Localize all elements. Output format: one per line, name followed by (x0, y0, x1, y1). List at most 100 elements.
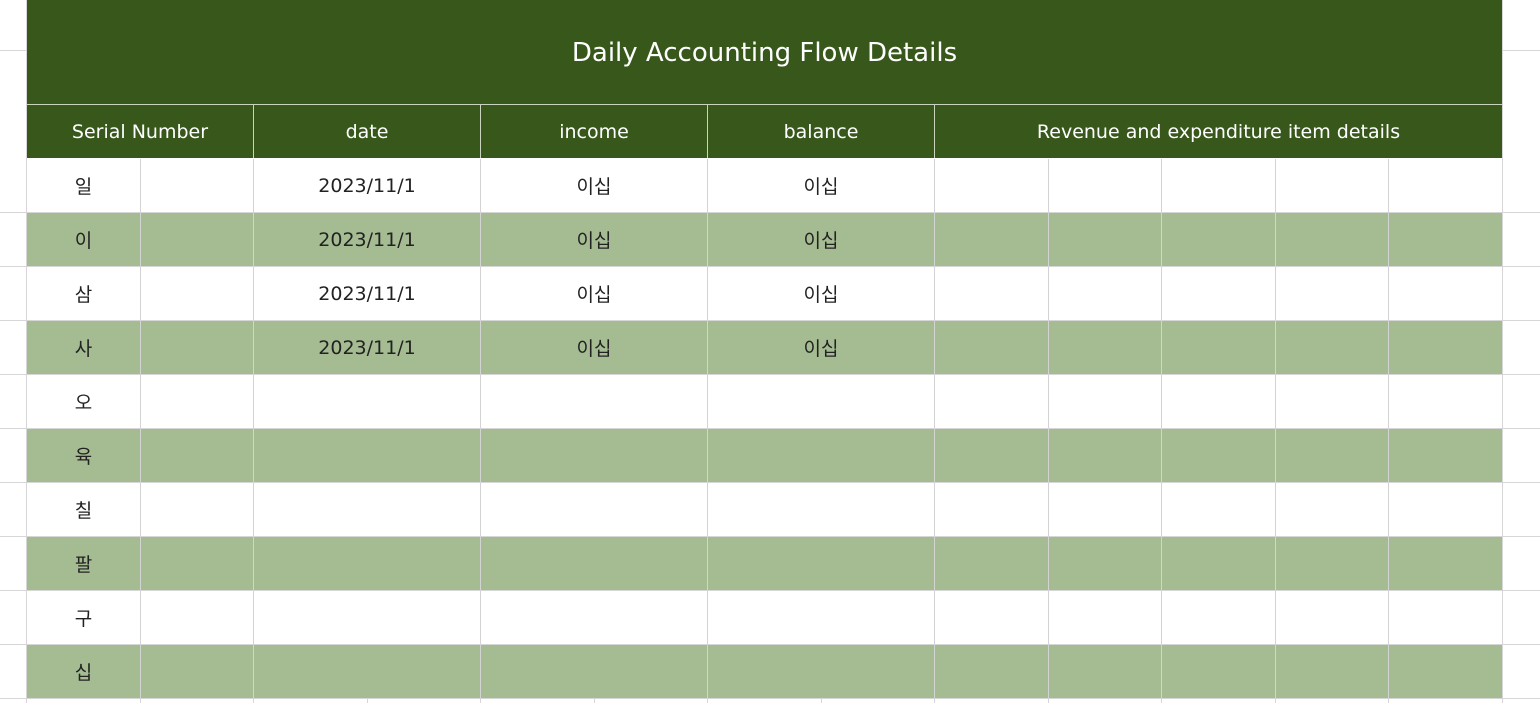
serial-number-cell[interactable]: 칠 (27, 483, 140, 536)
empty-cell[interactable] (1162, 159, 1275, 212)
empty-cell[interactable] (140, 591, 253, 644)
empty-cell[interactable] (1275, 645, 1388, 698)
serial-number-cell[interactable]: 오 (27, 375, 140, 428)
empty-cell[interactable] (1162, 375, 1275, 428)
header-serial-number[interactable]: Serial Number (27, 105, 253, 158)
empty-cell[interactable] (1275, 429, 1388, 482)
empty-cell[interactable] (1162, 321, 1275, 374)
empty-cell[interactable] (140, 321, 253, 374)
empty-cell[interactable] (1048, 213, 1161, 266)
header-balance[interactable]: balance (708, 105, 934, 158)
balance-cell[interactable]: 이십 (708, 213, 934, 266)
empty-cell[interactable] (1389, 321, 1502, 374)
date-cell[interactable] (254, 591, 480, 644)
empty-cell[interactable] (1275, 267, 1388, 320)
empty-cell[interactable] (1162, 645, 1275, 698)
empty-cell[interactable] (140, 537, 253, 590)
empty-cell[interactable] (935, 267, 1048, 320)
empty-cell[interactable] (1275, 375, 1388, 428)
empty-cell[interactable] (140, 159, 253, 212)
empty-cell[interactable] (1389, 483, 1502, 536)
empty-cell[interactable] (935, 159, 1048, 212)
empty-cell[interactable] (1048, 429, 1161, 482)
empty-cell[interactable] (1162, 267, 1275, 320)
empty-cell[interactable] (1389, 159, 1502, 212)
empty-cell[interactable] (935, 591, 1048, 644)
empty-cell[interactable] (1275, 159, 1388, 212)
empty-cell[interactable] (1389, 537, 1502, 590)
empty-cell[interactable] (935, 645, 1048, 698)
serial-number-cell[interactable]: 구 (27, 591, 140, 644)
empty-cell[interactable] (1162, 537, 1275, 590)
empty-cell[interactable] (1048, 375, 1161, 428)
serial-number-cell[interactable]: 십 (27, 645, 140, 698)
empty-cell[interactable] (1048, 267, 1161, 320)
date-cell[interactable] (254, 537, 480, 590)
empty-cell[interactable] (140, 645, 253, 698)
empty-cell[interactable] (1048, 321, 1161, 374)
empty-cell[interactable] (1162, 213, 1275, 266)
income-cell[interactable]: 이십 (481, 213, 707, 266)
empty-cell[interactable] (1389, 645, 1502, 698)
empty-cell[interactable] (1048, 645, 1161, 698)
income-cell[interactable] (481, 645, 707, 698)
balance-cell[interactable] (708, 645, 934, 698)
empty-cell[interactable] (1162, 591, 1275, 644)
empty-cell[interactable] (935, 429, 1048, 482)
empty-cell[interactable] (1048, 159, 1161, 212)
date-cell[interactable]: 2023/11/1 (254, 159, 480, 212)
date-cell[interactable] (254, 483, 480, 536)
income-cell[interactable] (481, 375, 707, 428)
serial-number-cell[interactable]: 육 (27, 429, 140, 482)
balance-cell[interactable] (708, 375, 934, 428)
income-cell[interactable]: 이십 (481, 159, 707, 212)
empty-cell[interactable] (935, 321, 1048, 374)
balance-cell[interactable] (708, 483, 934, 536)
empty-cell[interactable] (1048, 483, 1161, 536)
header-item-details[interactable]: Revenue and expenditure item details (935, 105, 1502, 158)
sheet-title[interactable]: Daily Accounting Flow Details (27, 0, 1502, 104)
empty-cell[interactable] (1389, 267, 1502, 320)
empty-cell[interactable] (1275, 483, 1388, 536)
empty-cell[interactable] (1389, 375, 1502, 428)
serial-number-cell[interactable]: 이 (27, 213, 140, 266)
serial-number-cell[interactable]: 팔 (27, 537, 140, 590)
empty-cell[interactable] (1275, 321, 1388, 374)
balance-cell[interactable] (708, 429, 934, 482)
income-cell[interactable] (481, 591, 707, 644)
balance-cell[interactable] (708, 591, 934, 644)
empty-cell[interactable] (1275, 213, 1388, 266)
empty-cell[interactable] (1389, 429, 1502, 482)
income-cell[interactable]: 이십 (481, 321, 707, 374)
balance-cell[interactable]: 이십 (708, 267, 934, 320)
empty-cell[interactable] (1162, 483, 1275, 536)
empty-cell[interactable] (935, 213, 1048, 266)
date-cell[interactable] (254, 645, 480, 698)
income-cell[interactable]: 이십 (481, 267, 707, 320)
empty-cell[interactable] (1048, 591, 1161, 644)
empty-cell[interactable] (140, 429, 253, 482)
empty-cell[interactable] (1048, 537, 1161, 590)
income-cell[interactable] (481, 429, 707, 482)
serial-number-cell[interactable]: 사 (27, 321, 140, 374)
balance-cell[interactable] (708, 537, 934, 590)
date-cell[interactable] (254, 375, 480, 428)
empty-cell[interactable] (935, 375, 1048, 428)
income-cell[interactable] (481, 483, 707, 536)
empty-cell[interactable] (140, 483, 253, 536)
empty-cell[interactable] (1389, 591, 1502, 644)
empty-cell[interactable] (140, 267, 253, 320)
empty-cell[interactable] (1275, 591, 1388, 644)
spreadsheet-canvas[interactable]: Daily Accounting Flow Details Serial Num… (0, 0, 1540, 703)
empty-cell[interactable] (1389, 213, 1502, 266)
header-income[interactable]: income (481, 105, 707, 158)
date-cell[interactable]: 2023/11/1 (254, 267, 480, 320)
header-date[interactable]: date (254, 105, 480, 158)
income-cell[interactable] (481, 537, 707, 590)
serial-number-cell[interactable]: 일 (27, 159, 140, 212)
serial-number-cell[interactable]: 삼 (27, 267, 140, 320)
date-cell[interactable] (254, 429, 480, 482)
empty-cell[interactable] (935, 537, 1048, 590)
empty-cell[interactable] (140, 213, 253, 266)
empty-cell[interactable] (1162, 429, 1275, 482)
